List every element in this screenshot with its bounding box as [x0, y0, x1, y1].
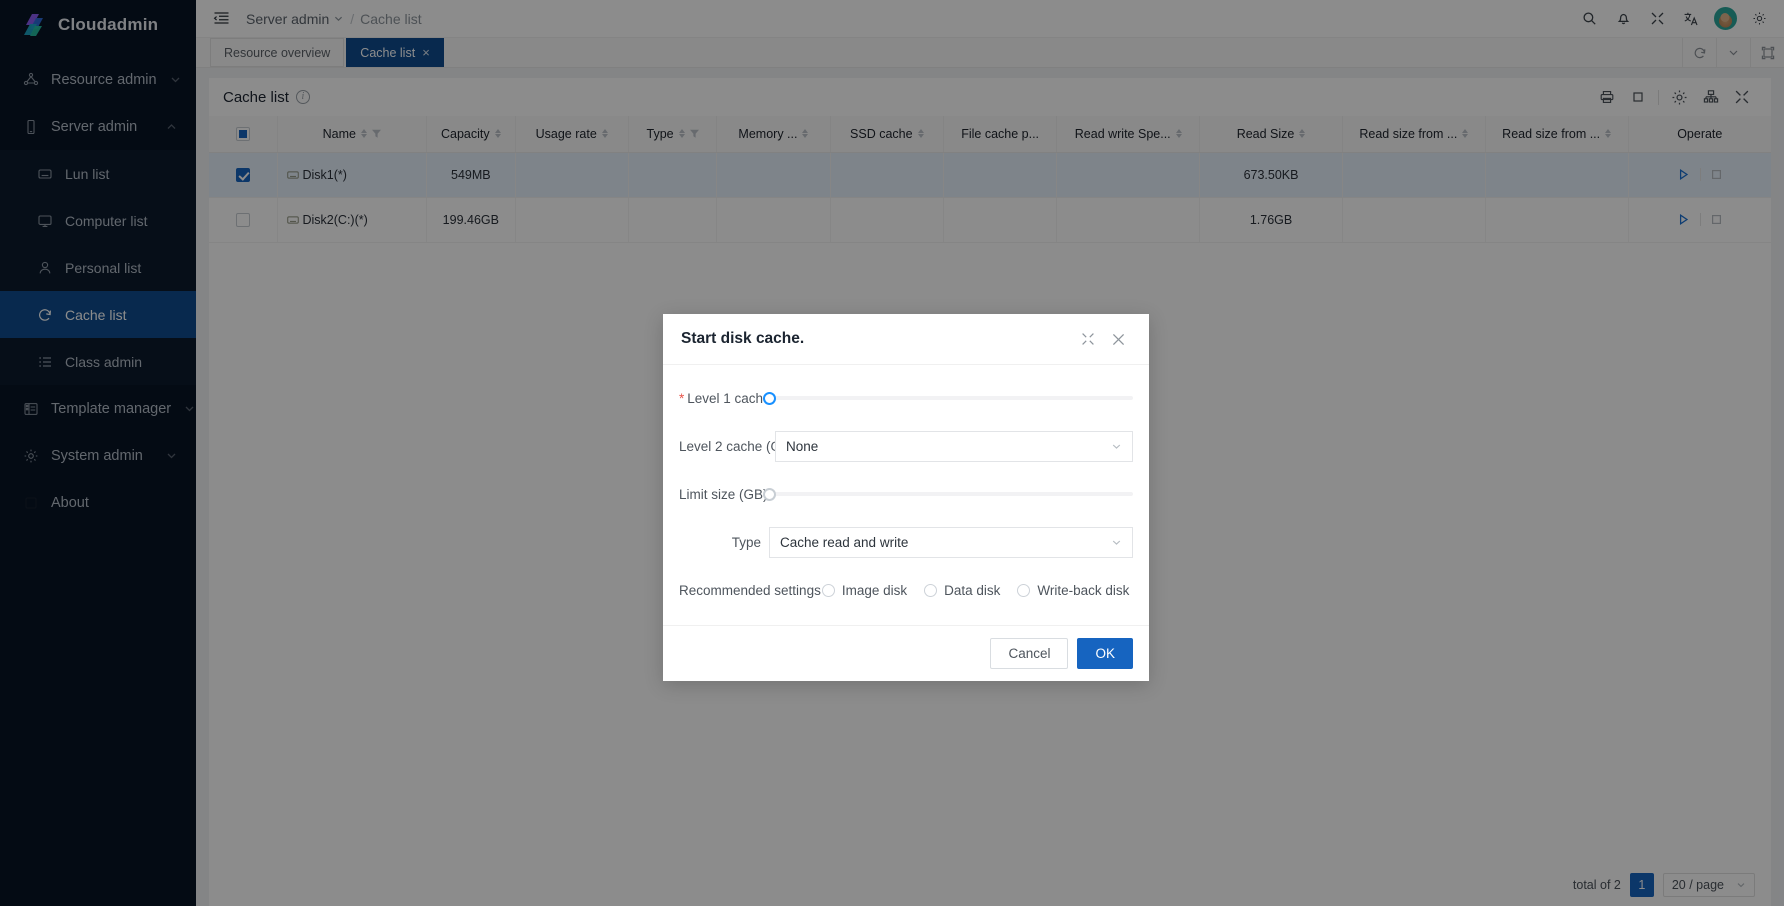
radio-label: Data disk — [944, 582, 1001, 598]
radio-label: Image disk — [841, 582, 908, 598]
level-1-cache-slider[interactable] — [763, 391, 1133, 405]
radio-indicator — [924, 583, 938, 597]
field-level-2-cache: Level 2 cache (O None — [679, 429, 1133, 463]
field-control — [763, 391, 1133, 405]
field-recommended-settings: Recommended settings Image disk Data dis… — [679, 573, 1133, 607]
field-type: Type Cache read and write — [679, 525, 1133, 559]
label-text: Level 1 cache — [687, 390, 771, 406]
field-label-recommended-settings: Recommended settings — [679, 582, 821, 598]
radio-indicator — [821, 583, 835, 597]
required-marker: * — [679, 390, 685, 406]
field-level-1-cache: * Level 1 cache — [679, 381, 1133, 415]
field-label-level-2-cache: Level 2 cache (O — [679, 438, 775, 454]
field-control: None — [775, 430, 1133, 462]
field-control — [763, 487, 1133, 501]
ok-button[interactable]: OK — [1077, 638, 1133, 669]
radio-data-disk[interactable]: Data disk — [924, 583, 1000, 598]
level-2-cache-select[interactable]: None — [775, 430, 1133, 462]
expand-icon[interactable] — [1073, 324, 1103, 354]
dialog-footer: Cancel OK — [663, 625, 1149, 681]
close-icon[interactable] — [1103, 324, 1133, 354]
field-label-type: Type — [731, 534, 761, 550]
slider-handle[interactable] — [763, 487, 776, 501]
cancel-button[interactable]: Cancel — [990, 638, 1069, 669]
recommended-settings-radio-group: Image disk Data disk Write-back disk — [821, 582, 1147, 598]
limit-size-slider[interactable] — [763, 487, 1133, 501]
field-label-limit-size: Limit size (GB) — [679, 486, 768, 502]
chevron-down-icon — [1111, 537, 1122, 548]
dialog-body: * Level 1 cache Level 2 cache (O None Li… — [663, 364, 1149, 625]
dialog-title: Start disk cache. — [681, 330, 805, 347]
dialog-header: Start disk cache. — [663, 314, 1149, 364]
radio-indicator — [1017, 583, 1031, 597]
select-value: None — [786, 438, 819, 454]
radio-image-disk[interactable]: Image disk — [821, 582, 908, 598]
start-disk-cache-dialog: Start disk cache. *Level 1 cache Level — [663, 314, 1149, 681]
slider-track — [769, 396, 1133, 400]
slider-handle[interactable] — [763, 391, 776, 405]
radio-write-back-disk[interactable]: Write-back disk — [1017, 583, 1129, 598]
field-control: Cache read and write — [769, 526, 1133, 558]
field-limit-size: Limit size (GB) — [679, 477, 1133, 511]
radio-label: Write-back disk — [1037, 582, 1130, 598]
field-label-level-1-cache: * Level 1 cache — [679, 390, 771, 406]
chevron-down-icon — [1111, 441, 1122, 452]
slider-track — [769, 492, 1133, 496]
type-select[interactable]: Cache read and write — [769, 526, 1133, 558]
select-value: Cache read and write — [780, 534, 909, 550]
app-root: Cloudadmin Resource admin Server admin L… — [0, 0, 1784, 906]
